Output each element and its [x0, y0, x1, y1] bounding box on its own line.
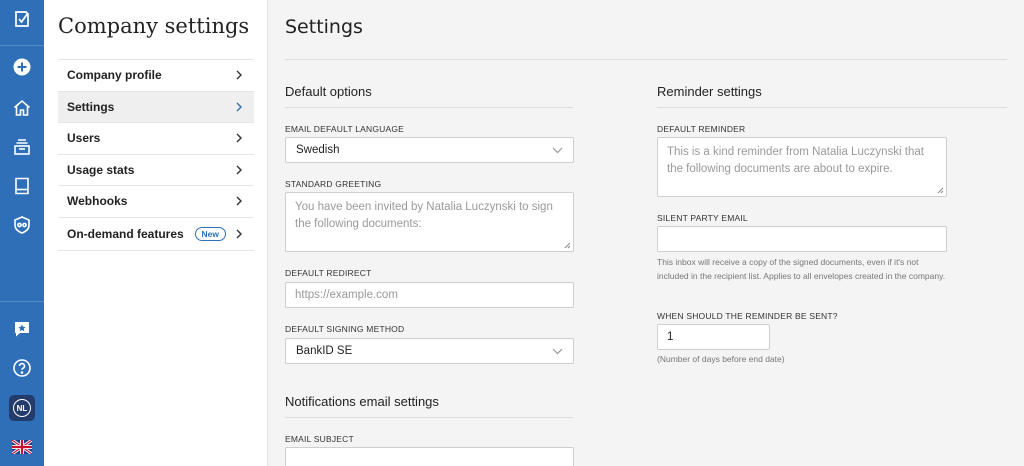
silent-email-label: SILENT PARTY EMAIL: [657, 213, 748, 223]
chevron-down-icon: [552, 348, 563, 354]
book-icon[interactable]: [0, 168, 44, 204]
nav-list: Company profile Settings Users Usage sta…: [58, 59, 254, 251]
rail-divider: [0, 301, 44, 302]
nav-item-label: Usage stats: [67, 162, 135, 177]
new-badge: New: [194, 226, 226, 241]
settings-main: Settings Default options EMAIL DEFAULT L…: [268, 0, 1024, 466]
default-reminder-textarea[interactable]: This is a kind reminder from Natalia Luc…: [657, 137, 947, 197]
nav-item-label: On-demand features: [67, 226, 184, 241]
plus-circle-icon[interactable]: [0, 49, 44, 85]
avatar[interactable]: NL: [0, 390, 44, 426]
reminder-days-value: 1: [667, 331, 674, 343]
logo-icon[interactable]: [0, 1, 44, 37]
archive-icon[interactable]: [0, 129, 44, 165]
chevron-right-icon: [236, 133, 242, 143]
nav-item-on-demand-features[interactable]: On-demand features New: [58, 216, 254, 251]
email-language-select[interactable]: Swedish: [285, 137, 574, 163]
sidenav-title: Company settings: [58, 14, 250, 38]
chevron-right-icon: [236, 102, 242, 112]
app-rail: NL: [0, 0, 44, 466]
section-title-reminder: Reminder settings: [657, 84, 762, 99]
nav-item-webhooks[interactable]: Webhooks: [58, 185, 254, 217]
signing-method-value: BankID SE: [296, 345, 353, 357]
email-language-label: EMAIL DEFAULT LANGUAGE: [285, 124, 405, 134]
greeting-placeholder: You have been invited by Natalia Luczyns…: [295, 201, 553, 230]
email-subject-input[interactable]: [285, 447, 574, 466]
email-language-value: Swedish: [296, 144, 340, 156]
company-settings-nav: Company settings Company profile Setting…: [44, 0, 268, 466]
silent-email-input[interactable]: [657, 226, 947, 252]
greeting-textarea[interactable]: You have been invited by Natalia Luczyns…: [285, 192, 574, 252]
nav-item-settings[interactable]: Settings: [58, 90, 254, 122]
signing-method-label: DEFAULT SIGNING METHOD: [285, 324, 405, 334]
page-title: Settings: [285, 16, 363, 38]
uk-flag-icon[interactable]: [0, 429, 44, 465]
nav-item-label: Company profile: [67, 68, 162, 83]
chevron-down-icon: [552, 147, 563, 153]
home-icon[interactable]: [0, 90, 44, 126]
avatar-initials: NL: [13, 399, 31, 417]
section-divider: [285, 107, 573, 108]
reminder-days-help: (Number of days before end date): [657, 354, 785, 364]
section-divider: [285, 417, 573, 418]
redirect-input[interactable]: https://example.com: [285, 282, 574, 308]
help-icon[interactable]: [0, 350, 44, 386]
nav-item-company-profile[interactable]: Company profile: [58, 59, 254, 91]
chevron-right-icon: [236, 165, 242, 175]
resize-grip-icon[interactable]: [937, 187, 944, 194]
reminder-days-input[interactable]: 1: [657, 324, 770, 350]
nav-item-label: Webhooks: [67, 194, 128, 209]
chevron-right-icon: [236, 196, 242, 206]
redirect-label: DEFAULT REDIRECT: [285, 268, 372, 278]
chevron-right-icon: [236, 70, 242, 80]
nav-item-users[interactable]: Users: [58, 122, 254, 154]
silent-email-help: This inbox will receive a copy of the si…: [657, 257, 946, 281]
star-chat-icon[interactable]: [0, 311, 44, 347]
email-subject-label: EMAIL SUBJECT: [285, 434, 354, 444]
when-label: WHEN SHOULD THE REMINDER BE SENT?: [657, 311, 838, 321]
section-title-notifications: Notifications email settings: [285, 394, 439, 409]
rail-divider: [0, 45, 44, 46]
nav-item-usage-stats[interactable]: Usage stats: [58, 153, 254, 186]
nav-item-label: Settings: [67, 99, 115, 114]
greeting-label: STANDARD GREETING: [285, 179, 382, 189]
section-title-default-options: Default options: [285, 84, 372, 99]
default-reminder-label: DEFAULT REMINDER: [657, 124, 746, 134]
signing-method-select[interactable]: BankID SE: [285, 338, 574, 364]
redirect-placeholder: https://example.com: [295, 289, 398, 301]
title-divider: [285, 59, 1007, 60]
section-divider: [657, 107, 1007, 108]
chevron-right-icon: [236, 229, 242, 238]
nav-item-label: Users: [67, 131, 101, 146]
shield-icon[interactable]: [0, 207, 44, 243]
resize-grip-icon[interactable]: [564, 242, 571, 249]
default-reminder-placeholder: This is a kind reminder from Natalia Luc…: [667, 146, 924, 175]
